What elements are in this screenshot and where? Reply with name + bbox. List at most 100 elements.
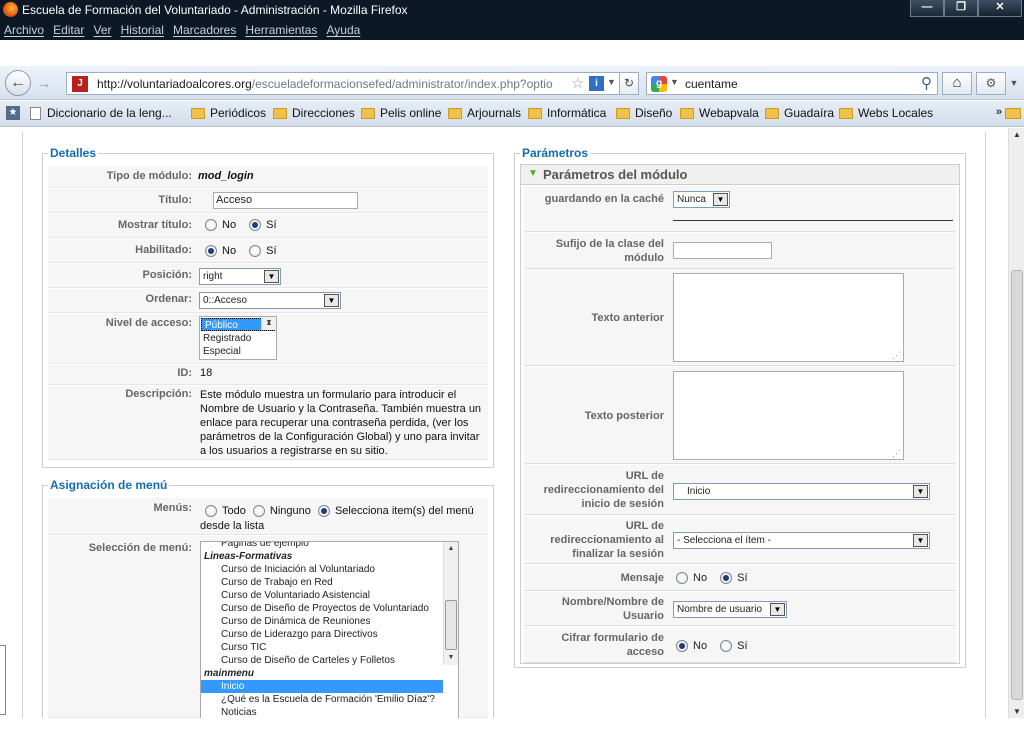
- list-item[interactable]: Curso TIC: [201, 641, 458, 654]
- menus-ninguno-radio[interactable]: [252, 505, 265, 518]
- menu-ver[interactable]: Ver: [94, 23, 112, 37]
- minimize-button[interactable]: —: [910, 0, 944, 17]
- scroll-thumb[interactable]: [445, 600, 457, 650]
- list-item[interactable]: Curso de Diseño de Proyectos de Voluntar…: [201, 602, 458, 615]
- sufijo-input[interactable]: [673, 242, 772, 259]
- list-item-selected[interactable]: Inicio: [201, 680, 443, 693]
- google-icon[interactable]: g: [651, 76, 667, 92]
- search-engine-dropdown-icon[interactable]: ▼: [670, 77, 679, 87]
- home-button[interactable]: ⌂: [942, 72, 972, 95]
- list-item[interactable]: Curso de Iniciación al Voluntariado: [201, 563, 458, 576]
- scroll-down-icon[interactable]: ▼: [1009, 707, 1024, 716]
- seleccion-menu-listbox[interactable]: Páginas de ejemplo Lineas-Formativas Cur…: [200, 541, 459, 718]
- info-icon[interactable]: i: [589, 76, 604, 91]
- seleccion-menu-scrollbar[interactable]: ▲ ▼: [443, 542, 458, 665]
- search-icon[interactable]: ⚲: [921, 74, 932, 92]
- menu-marcadores[interactable]: Marcadores: [173, 23, 236, 37]
- menus-todo-radio[interactable]: [205, 505, 217, 518]
- mensaje-label: Mensaje: [620, 572, 664, 584]
- texto-anterior-textarea[interactable]: [673, 273, 904, 362]
- bookmark-periodicos[interactable]: Periódicos: [191, 106, 266, 120]
- menus-selecciona-radio[interactable]: [317, 505, 330, 518]
- habilitado-label: Habilitado:: [135, 244, 192, 256]
- maximize-button[interactable]: ❐: [944, 0, 978, 17]
- menu-ayuda[interactable]: Ayuda: [327, 23, 361, 37]
- bookmark-pelis-online[interactable]: Pelis online: [361, 106, 441, 120]
- page-scrollbar[interactable]: ▲ ▼: [1008, 128, 1024, 718]
- habilitado-si-radio[interactable]: [249, 245, 262, 258]
- mostrar-titulo-options: No Sí: [205, 219, 287, 232]
- nombre-usuario-select[interactable]: Nombre de usuario ▼: [673, 601, 787, 618]
- address-bar[interactable]: J http://voluntariadoalcores.org/escuela…: [66, 72, 638, 95]
- parametros-modulo-header[interactable]: ▼ Parámetros del módulo: [521, 165, 959, 185]
- bookmarks-overflow-icon[interactable]: »: [996, 106, 1002, 118]
- chevron-down-icon[interactable]: ▼: [324, 294, 339, 307]
- bookmarks-menu-icon[interactable]: ★: [6, 106, 20, 120]
- bookmark-informatica[interactable]: Informática: [528, 106, 606, 120]
- list-item[interactable]: Curso de Liderazgo para Directivos: [201, 628, 458, 641]
- bookmark-webs-locales[interactable]: Webs Locales: [839, 106, 933, 120]
- chevron-down-icon[interactable]: ▼: [913, 485, 928, 498]
- chevron-down-icon[interactable]: ▼: [913, 534, 928, 547]
- bottom-strip: [0, 718, 1024, 738]
- cifrar-si-radio[interactable]: [720, 640, 733, 653]
- mostrar-titulo-si-radio[interactable]: [249, 219, 262, 232]
- close-button[interactable]: ✕: [978, 0, 1022, 17]
- nivel-scrollbar[interactable]: ▲ ▼: [261, 317, 276, 330]
- list-item[interactable]: Curso de Voluntariado Asistencial: [201, 589, 458, 602]
- back-button[interactable]: ←: [5, 70, 31, 96]
- firefox-icon: [3, 2, 18, 17]
- cache-select[interactable]: Nunca ▼: [673, 191, 730, 208]
- posicion-select[interactable]: right ▼: [199, 268, 281, 285]
- url-inicio-select[interactable]: Inicio ▼: [673, 483, 930, 500]
- toolbar-dropdown-icon[interactable]: ▼: [1008, 72, 1020, 95]
- id-label: ID:: [177, 367, 192, 379]
- nivel-acceso-listbox[interactable]: Público Registrado Especial ▲ ▼: [199, 316, 277, 360]
- menu-editar[interactable]: Editar: [53, 23, 84, 37]
- row-id: ID: 18: [48, 365, 488, 385]
- list-item[interactable]: Curso de Trabajo en Red: [201, 576, 458, 589]
- bookmark-direcciones[interactable]: Direcciones: [273, 106, 355, 120]
- reload-button[interactable]: ↻: [619, 72, 639, 95]
- bookmark-diccionario[interactable]: ★ Diccionario de la leng...: [6, 106, 172, 120]
- page-scroll-thumb[interactable]: [1011, 270, 1023, 700]
- rss-icon[interactable]: [1005, 108, 1021, 119]
- chevron-down-icon[interactable]: ▼: [264, 270, 279, 283]
- row-url-fin: URL de redireccionamiento al finalizar l…: [524, 516, 956, 564]
- url-text[interactable]: http://voluntariadoalcores.org/escuelade…: [97, 77, 567, 91]
- bookmark-star-icon[interactable]: ☆: [571, 74, 584, 92]
- scroll-up-icon[interactable]: ▲: [1009, 130, 1024, 139]
- url-dropdown-icon[interactable]: ▼: [607, 77, 616, 87]
- list-item[interactable]: Curso de Diseño de Carteles y Folletos: [201, 654, 458, 667]
- menu-historial[interactable]: Historial: [121, 23, 164, 37]
- menu-group-lineas-formativas[interactable]: Lineas-Formativas: [201, 550, 458, 563]
- list-item[interactable]: Curso de Dinámica de Reuniones: [201, 615, 458, 628]
- bookmark-diseno[interactable]: Diseño: [616, 106, 672, 120]
- texto-posterior-textarea[interactable]: [673, 371, 904, 460]
- chevron-down-icon[interactable]: ▼: [713, 193, 728, 206]
- bookmark-guadaira[interactable]: Guadaíra: [765, 106, 834, 120]
- menu-archivo[interactable]: Archivo: [4, 23, 44, 37]
- addon-button[interactable]: ⚙: [976, 72, 1006, 95]
- forward-button[interactable]: →: [33, 74, 55, 92]
- mostrar-titulo-no-radio[interactable]: [205, 219, 217, 232]
- ordenar-select[interactable]: 0::Acceso ▼: [199, 292, 341, 309]
- nivel-option-registrado[interactable]: Registrado: [200, 332, 276, 345]
- menu-group-mainmenu[interactable]: mainmenu: [201, 667, 458, 680]
- mensaje-no-radio[interactable]: [676, 572, 688, 585]
- bookmark-arjournals[interactable]: Arjournals: [448, 106, 521, 120]
- chevron-down-icon[interactable]: ▼: [770, 603, 785, 616]
- list-item[interactable]: Noticias: [201, 706, 458, 718]
- cifrar-no-radio[interactable]: [676, 640, 688, 653]
- habilitado-no-radio[interactable]: [205, 245, 217, 258]
- nivel-option-especial[interactable]: Especial: [200, 345, 276, 358]
- mensaje-si-radio[interactable]: [720, 572, 733, 585]
- list-item[interactable]: ¿Qué es la Escuela de Formación 'Emilio …: [201, 693, 458, 706]
- url-fin-select[interactable]: - Selecciona el ítem - ▼: [673, 532, 930, 549]
- search-box[interactable]: g ▼ cuentame ⚲: [646, 72, 938, 95]
- menu-herramientas[interactable]: Herramientas: [245, 23, 317, 37]
- titulo-input[interactable]: Acceso: [213, 192, 358, 209]
- list-item[interactable]: Páginas de ejemplo: [201, 542, 458, 550]
- search-input[interactable]: cuentame: [685, 77, 738, 91]
- bookmark-webapvala[interactable]: Webapvala: [680, 106, 759, 120]
